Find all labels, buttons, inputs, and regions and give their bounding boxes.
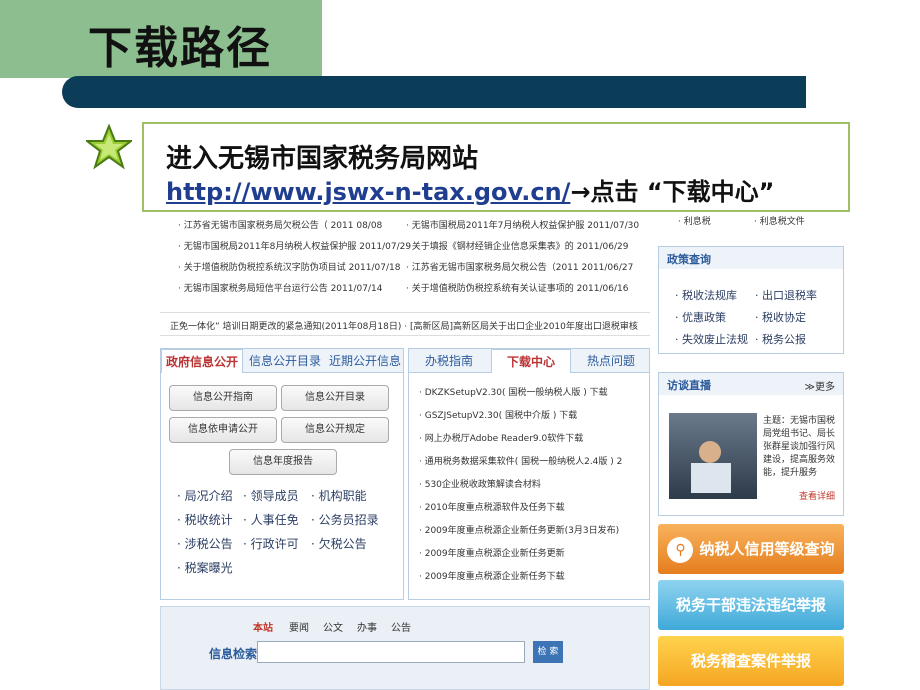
download-item[interactable]: · GSZJSetupV2.30( 国税中介版 ) 下载: [419, 408, 577, 421]
policy-header: 政策查询: [659, 247, 843, 269]
policy-box: 政策查询 · 税收法规库 · 出口退税率 · 优惠政策 · 税收协定 · 失效废…: [658, 246, 844, 354]
policy-link[interactable]: · 出口退税率: [755, 287, 817, 303]
news-item[interactable]: · 关于增值税防伪税控系统有关认证事项的 2011/06/16: [406, 281, 628, 294]
policy-link[interactable]: · 税收协定: [755, 309, 806, 325]
website-screenshot: · 江苏省无锡市国家税务局欠税公告（ 2011 08/08 · 无锡市国税局20…: [160, 208, 846, 690]
interview-detail-link[interactable]: 查看详细: [799, 489, 835, 502]
tab-info-catalog[interactable]: 信息公开目录: [245, 349, 325, 373]
search-tab-notice[interactable]: 公告: [391, 619, 411, 634]
gov-link[interactable]: · 领导成员: [243, 487, 299, 504]
official-misconduct-banner[interactable]: 税务干部违法违纪举报: [658, 580, 844, 630]
credit-rating-label: 纳税人信用等级查询: [699, 540, 835, 558]
search-label: 信息检索: [209, 647, 258, 661]
download-item[interactable]: · 530企业税收政策解读合材料: [419, 477, 541, 490]
star-icon: [86, 124, 132, 170]
news-item[interactable]: · 无锡市国税局2011年8月纳税人权益保护服 2011/07/29: [178, 239, 411, 252]
gov-link[interactable]: · 人事任免: [243, 511, 299, 528]
interview-more-link[interactable]: ≫更多: [805, 378, 835, 393]
search-tab-affairs[interactable]: 办事: [357, 619, 377, 634]
callout-line1: 进入无锡市国家税务局网站: [166, 144, 479, 174]
search-tab-news[interactable]: 要闻: [289, 619, 309, 634]
site-url-link[interactable]: http://www.jswx-n-tax.gov.cn/: [166, 178, 570, 206]
news-item[interactable]: · 关于填报《钢材经销企业信息采集表》的 2011/06/29: [406, 239, 628, 252]
info-catalog-button[interactable]: 信息公开目录: [281, 385, 389, 411]
gov-link[interactable]: · 欠税公告: [311, 535, 367, 552]
policy-link[interactable]: · 优惠政策: [675, 309, 726, 325]
news-item[interactable]: · 无锡市国税局2011年7月纳税人权益保护服 2011/07/30: [406, 218, 639, 231]
info-rules-button[interactable]: 信息公开规定: [281, 417, 389, 443]
download-item[interactable]: · 2010年度重点税源软件及任务下载: [419, 500, 565, 513]
news-item[interactable]: · 江苏省无锡市国家税务局欠税公告（ 2011 08/08: [178, 218, 382, 231]
news-ticker[interactable]: 正免一体化” 培训日期更改的紧急通知(2011年08月18日) · [高新区局]…: [160, 312, 650, 336]
tab-hot-issues[interactable]: 热点问题: [571, 349, 651, 373]
download-item[interactable]: · 2009年度重点税源企业新任务更新: [419, 546, 565, 559]
gov-link[interactable]: · 局况介绍: [177, 487, 233, 504]
interview-text: 主题：无锡市国税局党组书记、局长张群星谈加强行风建设，提高服务效能，提升服务: [763, 416, 836, 478]
tab-gov-info[interactable]: 政府信息公开: [161, 349, 243, 373]
info-request-button[interactable]: 信息依申请公开: [169, 417, 277, 443]
policy-link[interactable]: · 税务公报: [755, 331, 806, 347]
search-input[interactable]: [257, 641, 525, 663]
right-top-link[interactable]: · 利息税文件: [754, 214, 805, 227]
gov-link[interactable]: · 税收统计: [177, 511, 233, 528]
info-annual-report-button[interactable]: 信息年度报告: [229, 449, 337, 475]
tab-recent-info[interactable]: 近期公开信息: [325, 349, 405, 373]
gov-link[interactable]: · 机构职能: [311, 487, 367, 504]
download-item[interactable]: · 网上办税厅Adobe Reader9.0软件下载: [419, 431, 583, 444]
search-panel: 本站 要闻 公文 办事 公告 信息检索 检 索: [160, 606, 650, 690]
news-item[interactable]: · 无锡市国家税务局短信平台运行公告 2011/07/14: [178, 281, 382, 294]
gov-link[interactable]: · 公务员招录: [311, 511, 379, 528]
news-item[interactable]: · 关于增值税防伪税控系统汉字防伪项目试 2011/07/18: [178, 260, 400, 273]
inspection-case-banner[interactable]: 税务稽查案件举报: [658, 636, 844, 686]
callout-arrow-text: →点击 “下载中心”: [570, 178, 775, 206]
news-area: · 江苏省无锡市国家税务局欠税公告（ 2011 08/08 · 无锡市国税局20…: [160, 208, 650, 318]
download-tabs: 办税指南 下载中心 热点问题: [409, 349, 649, 373]
download-item[interactable]: · 2009年度重点税源企业新任务更新(3月3日发布): [419, 523, 619, 536]
magnifier-icon: ⚲: [667, 536, 694, 563]
download-item[interactable]: · 通用税务数据采集软件( 国税一般纳税人2.4版 ) 2: [419, 454, 622, 467]
download-item[interactable]: · DKZKSetupV2.30( 国税一般纳税人版 ) 下载: [419, 385, 608, 398]
tab-download-center[interactable]: 下载中心: [491, 349, 571, 373]
tab-tax-guide[interactable]: 办税指南: [409, 349, 489, 373]
title-bar: [62, 76, 806, 108]
interview-box: 访谈直播 ≫更多 主题：无锡市国税局党组书记、局长张群星谈加强行风建设，提高服务…: [658, 372, 844, 516]
gov-info-panel: 政府信息公开 信息公开目录 近期公开信息 信息公开指南 信息公开目录 信息依申请…: [160, 348, 404, 600]
download-panel: 办税指南 下载中心 热点问题 · DKZKSetupV2.30( 国税一般纳税人…: [408, 348, 650, 600]
search-button[interactable]: 检 索: [533, 641, 563, 663]
right-top-link[interactable]: · 利息税: [678, 214, 711, 227]
policy-link[interactable]: · 失效废止法规: [675, 331, 748, 347]
interview-photo[interactable]: [669, 413, 757, 499]
gov-link[interactable]: · 税案曝光: [177, 559, 233, 576]
gov-tabs: 政府信息公开 信息公开目录 近期公开信息: [161, 349, 403, 373]
callout-line2: http://www.jswx-n-tax.gov.cn/→点击 “下载中心”: [166, 172, 774, 207]
news-item[interactable]: · 江苏省无锡市国家税务局欠税公告（2011 2011/06/27: [406, 260, 633, 273]
download-item[interactable]: · 2009年度重点税源企业新任务下载: [419, 569, 565, 582]
policy-link[interactable]: · 税收法规库: [675, 287, 737, 303]
gov-link[interactable]: · 涉税公告: [177, 535, 233, 552]
search-tab-docs[interactable]: 公文: [323, 619, 343, 634]
info-guide-button[interactable]: 信息公开指南: [169, 385, 277, 411]
slide-title: 下载路径: [88, 23, 272, 74]
gov-link[interactable]: · 行政许可: [243, 535, 299, 552]
callout-box: 进入无锡市国家税务局网站 http://www.jswx-n-tax.gov.c…: [142, 122, 850, 212]
credit-rating-banner[interactable]: ⚲ 纳税人信用等级查询: [658, 524, 844, 574]
search-tab-site[interactable]: 本站: [253, 619, 273, 634]
